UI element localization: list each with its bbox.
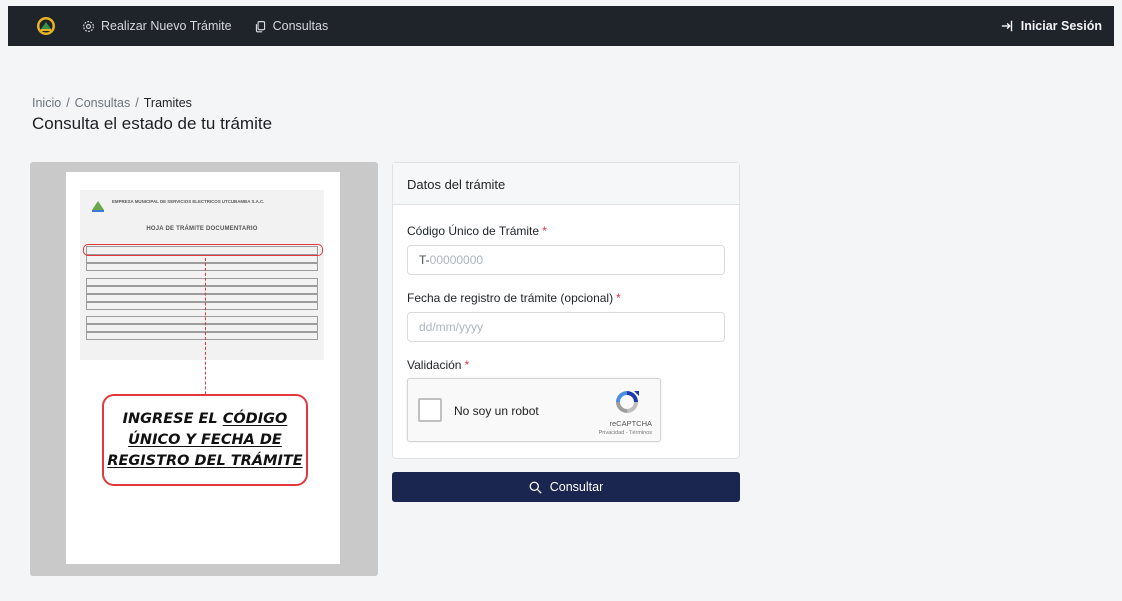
doc-row — [86, 294, 318, 302]
recaptcha-terms-link[interactable]: Privacidad - Términos — [599, 430, 652, 436]
breadcrumb: Inicio / Consultas / Tramites — [32, 96, 192, 110]
document-preview: EMPRESA MUNICIPAL DE SERVICIOS ELECTRICO… — [80, 190, 324, 360]
instruction-image: EMPRESA MUNICIPAL DE SERVICIOS ELECTRICO… — [30, 162, 378, 576]
recaptcha-checkbox[interactable] — [418, 398, 442, 422]
callout-line-3: REGISTRO DEL TRÁMITE — [107, 451, 302, 472]
doc-row — [86, 286, 318, 294]
callout-text-underlined: CÓDIGO — [222, 410, 288, 427]
code-placeholder: 00000000 — [429, 253, 484, 267]
callout-text: INGRESE EL — [122, 410, 223, 427]
procedure-form-card: Datos del trámite Código Único de Trámit… — [392, 162, 740, 459]
code-label-text: Código Único de Trámite — [407, 224, 540, 238]
top-navbar: Realizar Nuevo Trámite Consultas Iniciar… — [8, 6, 1114, 46]
callout-line-1: INGRESE EL CÓDIGO — [123, 409, 288, 430]
required-mark: * — [542, 224, 547, 238]
nav-new-procedure-label: Realizar Nuevo Trámite — [101, 19, 232, 33]
required-mark: * — [464, 358, 470, 372]
callout-text-underlined: REGISTRO DEL TRÁMITE — [107, 452, 303, 469]
breadcrumb-queries[interactable]: Consultas — [75, 96, 131, 110]
login-icon — [1001, 20, 1012, 32]
validation-label: Validación * — [407, 358, 469, 372]
copy-icon — [255, 20, 265, 32]
nav-queries-label: Consultas — [272, 19, 329, 33]
company-logo-icon[interactable] — [36, 16, 56, 36]
recaptcha-brand: reCAPTCHA — [609, 419, 652, 428]
date-label: Fecha de registro de trámite (opcional) * — [407, 291, 621, 305]
doc-row — [86, 316, 318, 324]
breadcrumb-separator: / — [135, 96, 139, 110]
date-label-text: Fecha de registro de trámite (opcional) — [407, 291, 614, 305]
doc-row — [86, 302, 318, 310]
consultar-label: Consultar — [549, 480, 604, 494]
callout-text-underlined: ÚNICO Y FECHA DE — [128, 431, 282, 448]
recaptcha-icon — [616, 391, 639, 413]
registration-date-input[interactable]: dd/mm/yyyy — [407, 312, 725, 342]
nav-new-procedure[interactable]: Realizar Nuevo Trámite — [82, 19, 232, 33]
search-icon — [529, 481, 542, 494]
company-logo-icon — [92, 201, 104, 212]
code-label: Código Único de Trámite * — [407, 224, 547, 238]
gear-icon — [83, 20, 94, 32]
breadcrumb-home[interactable]: Inicio — [32, 96, 61, 110]
document-company: EMPRESA MUNICIPAL DE SERVICIOS ELECTRICO… — [112, 199, 265, 204]
recaptcha-widget: No soy un robot reCAPTCHA Privacidad - T… — [407, 378, 661, 442]
nav-queries[interactable]: Consultas — [254, 19, 329, 33]
callout-line-2: ÚNICO Y FECHA DE — [128, 430, 282, 451]
validation-label-text: Validación — [407, 358, 462, 372]
breadcrumb-current: Tramites — [143, 96, 192, 110]
required-mark: * — [616, 291, 621, 305]
doc-row — [86, 278, 318, 286]
page-title: Consulta el estado de tu trámite — [32, 114, 273, 133]
procedure-code-input[interactable]: T- 00000000 — [407, 245, 725, 275]
consultar-button[interactable]: Consultar — [392, 472, 740, 502]
login-button[interactable]: Iniciar Sesión — [1001, 19, 1102, 33]
date-placeholder: dd/mm/yyyy — [419, 320, 484, 334]
breadcrumb-separator: / — [66, 96, 70, 110]
document-sheet: EMPRESA MUNICIPAL DE SERVICIOS ELECTRICO… — [66, 172, 340, 564]
doc-row — [86, 263, 318, 271]
code-prefix: T- — [419, 253, 430, 267]
doc-row — [86, 324, 318, 332]
login-label: Iniciar Sesión — [1020, 19, 1102, 33]
document-header: EMPRESA MUNICIPAL DE SERVICIOS ELECTRICO… — [90, 198, 314, 218]
recaptcha-label: No soy un robot — [454, 404, 539, 418]
doc-row — [86, 332, 318, 340]
instruction-callout: INGRESE EL CÓDIGO ÚNICO Y FECHA DE REGIS… — [102, 394, 308, 486]
document-title: HOJA DE TRÁMITE DOCUMENTARIO — [146, 226, 258, 232]
doc-row — [86, 255, 318, 263]
card-header: Datos del trámite — [393, 163, 739, 205]
code-date-highlight — [83, 244, 323, 256]
